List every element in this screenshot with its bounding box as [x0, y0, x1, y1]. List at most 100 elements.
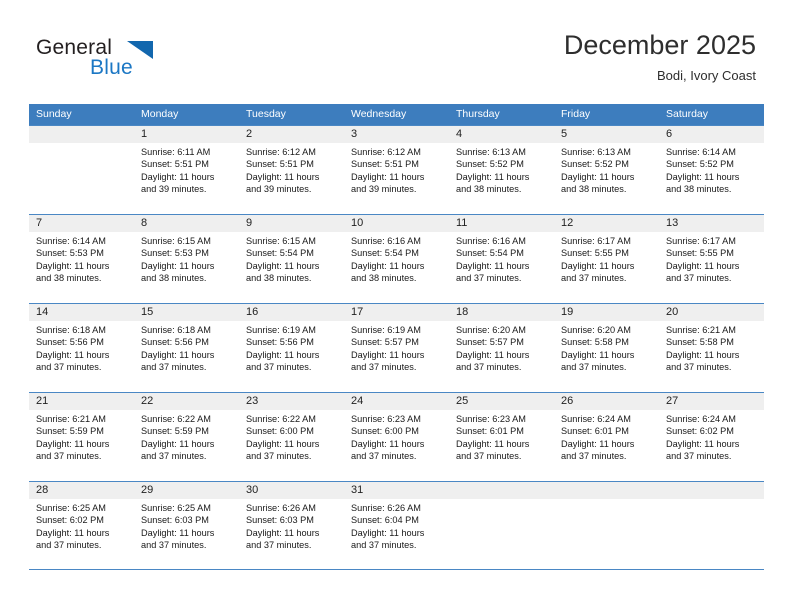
- day-number-strip: 2: [239, 126, 344, 143]
- day-number: 26: [561, 395, 574, 407]
- day-number: 19: [561, 306, 574, 318]
- day-number: 7: [36, 217, 43, 229]
- day-details: Sunrise: 6:25 AM Sunset: 6:02 PM Daylight:…: [29, 499, 134, 551]
- day-number-strip: 26: [554, 393, 659, 410]
- daylight-duration-line2: and 37 minutes.: [351, 450, 417, 461]
- sunset-time: Sunset: 6:04 PM: [351, 515, 419, 526]
- sunset-time: Sunset: 5:57 PM: [456, 337, 524, 348]
- sunset-time: Sunset: 5:58 PM: [666, 337, 734, 348]
- sunrise-time: Sunrise: 6:12 AM: [351, 147, 421, 157]
- calendar-day-cell[interactable]: 7 Sunrise: 6:14 AM Sunset: 5:53 PM Daylight…: [29, 215, 134, 303]
- sunset-time: Sunset: 5:56 PM: [141, 337, 209, 348]
- daylight-duration-line1: Daylight: 11 hours: [561, 171, 635, 182]
- calendar-day-cell[interactable]: 6 Sunrise: 6:14 AM Sunset: 5:52 PM Daylight…: [659, 126, 764, 214]
- day-number-strip: 21: [29, 393, 134, 410]
- calendar-day-cell[interactable]: 16 Sunrise: 6:19 AM Sunset: 5:56 PM Dayligh…: [239, 304, 344, 392]
- calendar-day-cell[interactable]: 14 Sunrise: 6:18 AM Sunset: 5:56 PM Dayligh…: [29, 304, 134, 392]
- daylight-duration-line1: Daylight: 11 hours: [666, 171, 740, 182]
- daylight-duration-line2: and 37 minutes.: [456, 272, 522, 283]
- calendar-day-cell[interactable]: 19 Sunrise: 6:20 AM Sunset: 5:58 PM Dayligh…: [554, 304, 659, 392]
- calendar-day-cell[interactable]: 10 Sunrise: 6:16 AM Sunset: 5:54 PM Dayligh…: [344, 215, 449, 303]
- day-details: Sunrise: 6:18 AM Sunset: 5:56 PM Daylight:…: [29, 321, 134, 373]
- day-number-strip: 3: [344, 126, 449, 143]
- sunset-time: Sunset: 5:52 PM: [666, 159, 734, 170]
- day-number: 15: [141, 306, 154, 318]
- calendar-day-cell[interactable]: 4 Sunrise: 6:13 AM Sunset: 5:52 PM Daylight…: [449, 126, 554, 214]
- day-number-strip: 30: [239, 482, 344, 499]
- day-details: Sunrise: 6:23 AM Sunset: 6:01 PM Daylight:…: [449, 410, 554, 462]
- daylight-duration-line1: Daylight: 11 hours: [246, 260, 320, 271]
- calendar-day-cell[interactable]: 12 Sunrise: 6:17 AM Sunset: 5:55 PM Dayligh…: [554, 215, 659, 303]
- calendar-day-cell[interactable]: 22 Sunrise: 6:22 AM Sunset: 5:59 PM Dayligh…: [134, 393, 239, 481]
- calendar-day-cell[interactable]: 31 Sunrise: 6:26 AM Sunset: 6:04 PM Dayligh…: [344, 482, 449, 569]
- calendar-day-cell-empty: [659, 482, 764, 569]
- sunrise-time: Sunrise: 6:13 AM: [456, 147, 526, 157]
- day-details: Sunrise: 6:17 AM Sunset: 5:55 PM Daylight:…: [659, 232, 764, 284]
- daylight-duration-line2: and 39 minutes.: [141, 183, 207, 194]
- daylight-duration-line1: Daylight: 11 hours: [561, 349, 635, 360]
- calendar-day-cell[interactable]: 25 Sunrise: 6:23 AM Sunset: 6:01 PM Dayligh…: [449, 393, 554, 481]
- day-number-strip: 27: [659, 393, 764, 410]
- daylight-duration-line1: Daylight: 11 hours: [351, 527, 425, 538]
- day-number-strip: 23: [239, 393, 344, 410]
- day-number-strip: 14: [29, 304, 134, 321]
- daylight-duration-line1: Daylight: 11 hours: [456, 171, 530, 182]
- calendar-day-cell[interactable]: 30 Sunrise: 6:26 AM Sunset: 6:03 PM Dayligh…: [239, 482, 344, 569]
- sunset-time: Sunset: 5:54 PM: [456, 248, 524, 259]
- day-number: 28: [36, 484, 49, 496]
- sunset-time: Sunset: 6:02 PM: [36, 515, 104, 526]
- day-details: Sunrise: 6:26 AM Sunset: 6:04 PM Daylight:…: [344, 499, 449, 551]
- calendar-day-cell[interactable]: 15 Sunrise: 6:18 AM Sunset: 5:56 PM Dayligh…: [134, 304, 239, 392]
- calendar-day-cell[interactable]: 2 Sunrise: 6:12 AM Sunset: 5:51 PM Daylight…: [239, 126, 344, 214]
- day-details: Sunrise: 6:24 AM Sunset: 6:01 PM Daylight:…: [554, 410, 659, 462]
- calendar-day-cell[interactable]: 26 Sunrise: 6:24 AM Sunset: 6:01 PM Dayligh…: [554, 393, 659, 481]
- calendar-day-cell[interactable]: 20 Sunrise: 6:21 AM Sunset: 5:58 PM Dayligh…: [659, 304, 764, 392]
- daylight-duration-line1: Daylight: 11 hours: [351, 349, 425, 360]
- calendar-day-cell[interactable]: 23 Sunrise: 6:22 AM Sunset: 6:00 PM Dayligh…: [239, 393, 344, 481]
- daylight-duration-line1: Daylight: 11 hours: [246, 527, 320, 538]
- daylight-duration-line2: and 39 minutes.: [246, 183, 312, 194]
- daylight-duration-line2: and 38 minutes.: [246, 272, 312, 283]
- calendar-day-cell[interactable]: 3 Sunrise: 6:12 AM Sunset: 5:51 PM Daylight…: [344, 126, 449, 214]
- day-number: 2: [246, 128, 253, 140]
- calendar-day-cell[interactable]: 27 Sunrise: 6:24 AM Sunset: 6:02 PM Dayligh…: [659, 393, 764, 481]
- calendar-day-cell[interactable]: 21 Sunrise: 6:21 AM Sunset: 5:59 PM Dayligh…: [29, 393, 134, 481]
- day-number: 20: [666, 306, 679, 318]
- sunrise-time: Sunrise: 6:24 AM: [561, 414, 631, 424]
- logo-text-blue: Blue: [90, 56, 133, 79]
- day-number-strip: 1: [134, 126, 239, 143]
- daylight-duration-line2: and 37 minutes.: [351, 539, 417, 550]
- calendar-day-cell[interactable]: 29 Sunrise: 6:25 AM Sunset: 6:03 PM Dayligh…: [134, 482, 239, 569]
- calendar-weeks: 1 Sunrise: 6:11 AM Sunset: 5:51 PM Daylight…: [29, 125, 764, 570]
- calendar-day-cell[interactable]: 18 Sunrise: 6:20 AM Sunset: 5:57 PM Dayligh…: [449, 304, 554, 392]
- weekday-header-monday: Monday: [141, 108, 179, 120]
- calendar-day-cell[interactable]: 5 Sunrise: 6:13 AM Sunset: 5:52 PM Daylight…: [554, 126, 659, 214]
- day-number: 9: [246, 217, 253, 229]
- day-number: 10: [351, 217, 364, 229]
- daylight-duration-line1: Daylight: 11 hours: [141, 171, 215, 182]
- sunset-time: Sunset: 5:53 PM: [141, 248, 209, 259]
- calendar-day-cell[interactable]: 28 Sunrise: 6:25 AM Sunset: 6:02 PM Dayligh…: [29, 482, 134, 569]
- daylight-duration-line2: and 37 minutes.: [561, 361, 627, 372]
- calendar-day-cell[interactable]: 24 Sunrise: 6:23 AM Sunset: 6:00 PM Dayligh…: [344, 393, 449, 481]
- sunrise-time: Sunrise: 6:23 AM: [456, 414, 526, 424]
- sunset-time: Sunset: 5:55 PM: [666, 248, 734, 259]
- calendar-day-cell[interactable]: 8 Sunrise: 6:15 AM Sunset: 5:53 PM Daylight…: [134, 215, 239, 303]
- calendar-day-cell[interactable]: 1 Sunrise: 6:11 AM Sunset: 5:51 PM Daylight…: [134, 126, 239, 214]
- calendar-day-cell[interactable]: 9 Sunrise: 6:15 AM Sunset: 5:54 PM Daylight…: [239, 215, 344, 303]
- calendar-day-cell[interactable]: 13 Sunrise: 6:17 AM Sunset: 5:55 PM Dayligh…: [659, 215, 764, 303]
- day-number: 27: [666, 395, 679, 407]
- day-details: Sunrise: 6:12 AM Sunset: 5:51 PM Daylight:…: [239, 143, 344, 195]
- daylight-duration-line2: and 38 minutes.: [36, 272, 102, 283]
- day-details: Sunrise: 6:14 AM Sunset: 5:52 PM Daylight:…: [659, 143, 764, 195]
- day-details: Sunrise: 6:15 AM Sunset: 5:54 PM Daylight:…: [239, 232, 344, 284]
- calendar-week-row: 21 Sunrise: 6:21 AM Sunset: 5:59 PM Dayligh…: [29, 392, 764, 481]
- day-details: Sunrise: 6:16 AM Sunset: 5:54 PM Daylight:…: [344, 232, 449, 284]
- daylight-duration-line1: Daylight: 11 hours: [351, 171, 425, 182]
- sunrise-time: Sunrise: 6:24 AM: [666, 414, 736, 424]
- sunrise-time: Sunrise: 6:12 AM: [246, 147, 316, 157]
- calendar-day-cell[interactable]: 11 Sunrise: 6:16 AM Sunset: 5:54 PM Dayligh…: [449, 215, 554, 303]
- calendar-day-cell[interactable]: 17 Sunrise: 6:19 AM Sunset: 5:57 PM Dayligh…: [344, 304, 449, 392]
- general-blue-logo[interactable]: General Blue: [36, 36, 156, 86]
- page-header: General Blue December 2025 Bodi, Ivory C…: [0, 0, 792, 100]
